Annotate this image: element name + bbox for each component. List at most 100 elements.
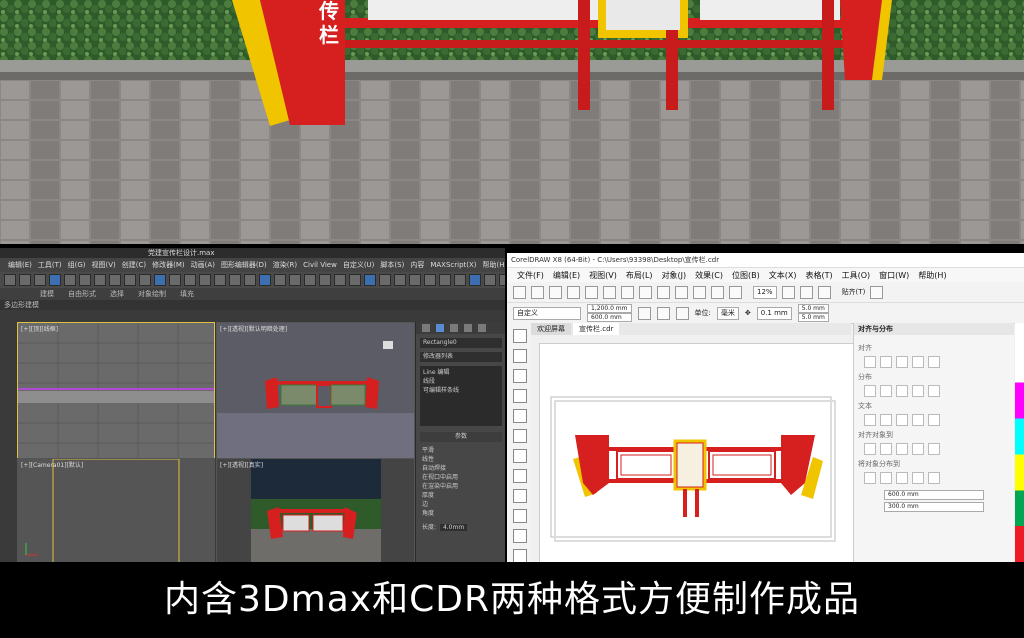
docker-height-input[interactable]: 300.0 mm [884, 502, 984, 512]
max-toolbar-icon[interactable] [499, 274, 505, 286]
cdr-menu-item[interactable]: 表格(T) [805, 270, 832, 281]
export-icon[interactable] [711, 285, 724, 299]
max-toolbar-icon[interactable] [154, 274, 166, 286]
docker-align-icon[interactable] [928, 385, 940, 397]
max-toolbar-icon[interactable] [379, 274, 391, 286]
max-ribbon-tab[interactable]: 自由形式 [68, 289, 96, 299]
cdr-menu-item[interactable]: 视图(V) [589, 270, 617, 281]
max-toolbar-icon[interactable] [304, 274, 316, 286]
modifier-stack-item[interactable]: 线段 [423, 377, 499, 386]
max-toolbar-icon[interactable] [109, 274, 121, 286]
tab-document[interactable]: 宣传栏.cdr [573, 323, 620, 335]
create-icon[interactable] [422, 324, 430, 332]
zoom-tool-icon[interactable] [513, 389, 527, 403]
docker-align-icon[interactable] [896, 443, 908, 455]
max-menu-item[interactable]: 渲染(R) [273, 260, 297, 270]
cdr-menu-item[interactable]: 位图(B) [732, 270, 760, 281]
max-menu-item[interactable]: 修改器(M) [152, 260, 185, 270]
max-ribbon-tab[interactable]: 填充 [180, 289, 194, 299]
param-option[interactable]: 线性 [422, 455, 500, 464]
docker-align-icon[interactable] [864, 472, 876, 484]
redo-icon[interactable] [657, 285, 670, 299]
color-palette[interactable] [1015, 323, 1024, 562]
max-toolbar-icon[interactable] [184, 274, 196, 286]
parallel-dimension-icon[interactable] [513, 529, 527, 543]
undo-icon[interactable] [639, 285, 652, 299]
docker-align-icon[interactable] [896, 385, 908, 397]
snap-to-button[interactable]: 贴齐(T) [842, 287, 866, 297]
print-icon[interactable] [567, 285, 580, 299]
duplicate-y-input[interactable]: 5.0 mm [797, 313, 829, 322]
pick-tool-icon[interactable] [513, 329, 527, 343]
cdr-menu-item[interactable]: 文本(X) [769, 270, 797, 281]
page-height-input[interactable]: 600.0 mm [587, 313, 632, 322]
max-toolbar-icon[interactable] [319, 274, 331, 286]
docker-align-icon[interactable] [880, 443, 892, 455]
length-input[interactable]: 4.0mm [439, 524, 468, 531]
docker-align-icon[interactable] [880, 472, 892, 484]
cdr-menu-item[interactable]: 文件(F) [517, 270, 544, 281]
max-menu-item[interactable]: 自定义(U) [343, 260, 375, 270]
nudge-input[interactable]: 0.1 mm [756, 306, 792, 320]
max-ribbon-tab[interactable]: 建模 [40, 289, 54, 299]
vertical-ruler[interactable] [531, 343, 540, 562]
new-icon[interactable] [513, 285, 526, 299]
max-toolbar-icon[interactable] [169, 274, 181, 286]
param-option[interactable]: 在渲染中启用 [422, 482, 500, 491]
viewport-perspective[interactable]: [+][透视][默认明暗处理] [216, 322, 415, 459]
max-toolbar-icon[interactable] [199, 274, 211, 286]
max-menu-item[interactable]: 图形编辑器(D) [221, 260, 267, 270]
hierarchy-icon[interactable] [450, 324, 458, 332]
max-menu-item[interactable]: 脚本(S) [380, 260, 404, 270]
max-toolbar-icon[interactable] [469, 274, 481, 286]
docker-align-icon[interactable] [928, 443, 940, 455]
modifier-list-dropdown[interactable]: 修改器列表 [420, 352, 502, 362]
param-option[interactable]: 边 [422, 500, 500, 509]
cdr-menu-item[interactable]: 布局(L) [626, 270, 653, 281]
copy-icon[interactable] [603, 285, 616, 299]
artistic-media-icon[interactable] [513, 429, 527, 443]
max-toolbar-icon[interactable] [349, 274, 361, 286]
docker-align-icon[interactable] [928, 472, 940, 484]
max-toolbar-icon[interactable] [79, 274, 91, 286]
modify-icon[interactable] [436, 324, 444, 332]
text-tool-icon[interactable] [513, 509, 527, 523]
cdr-menu-item[interactable]: 帮助(H) [918, 270, 946, 281]
max-toolbar-icon[interactable] [409, 274, 421, 286]
cdr-canvas[interactable] [531, 335, 853, 562]
cdr-menu-item[interactable]: 效果(C) [695, 270, 723, 281]
docker-align-icon[interactable] [880, 356, 892, 368]
max-toolbar-icon[interactable] [4, 274, 16, 286]
max-ribbon-tab[interactable]: 对象绘制 [138, 289, 166, 299]
open-icon[interactable] [531, 285, 544, 299]
docker-align-icon[interactable] [896, 472, 908, 484]
max-toolbar-icon[interactable] [259, 274, 271, 286]
cdr-menu-item[interactable]: 对象(J) [662, 270, 687, 281]
docker-align-icon[interactable] [864, 356, 876, 368]
param-option[interactable]: 角度 [422, 509, 500, 518]
all-pages-icon[interactable] [675, 306, 689, 320]
max-menu-item[interactable]: 内容 [410, 260, 424, 270]
max-menu-item[interactable]: 帮助(H) [483, 260, 505, 270]
page-width-input[interactable]: 1,200.0 mm [587, 304, 632, 313]
grid-icon[interactable] [817, 285, 831, 299]
max-toolbar-icon[interactable] [244, 274, 256, 286]
motion-icon[interactable] [464, 324, 472, 332]
max-menu-item[interactable]: 编辑(E) [8, 260, 32, 270]
max-toolbar-icon[interactable] [124, 274, 136, 286]
docker-align-icon[interactable] [912, 472, 924, 484]
cdr-menu-item[interactable]: 编辑(E) [553, 270, 580, 281]
docker-align-icon[interactable] [896, 414, 908, 426]
paste-icon[interactable] [621, 285, 634, 299]
docker-align-icon[interactable] [864, 385, 876, 397]
docker-align-icon[interactable] [864, 443, 876, 455]
portrait-icon[interactable] [637, 306, 651, 320]
max-toolbar-icon[interactable] [424, 274, 436, 286]
full-screen-icon[interactable] [781, 285, 795, 299]
params-rollout-title[interactable]: 参数 [420, 432, 502, 442]
docker-align-icon[interactable] [880, 385, 892, 397]
modifier-stack-item[interactable]: Line 编辑 [423, 368, 499, 377]
zoom-level-select[interactable]: 12% [753, 285, 777, 299]
cdr-menu-item[interactable]: 窗口(W) [879, 270, 909, 281]
settings-icon[interactable] [870, 285, 884, 299]
